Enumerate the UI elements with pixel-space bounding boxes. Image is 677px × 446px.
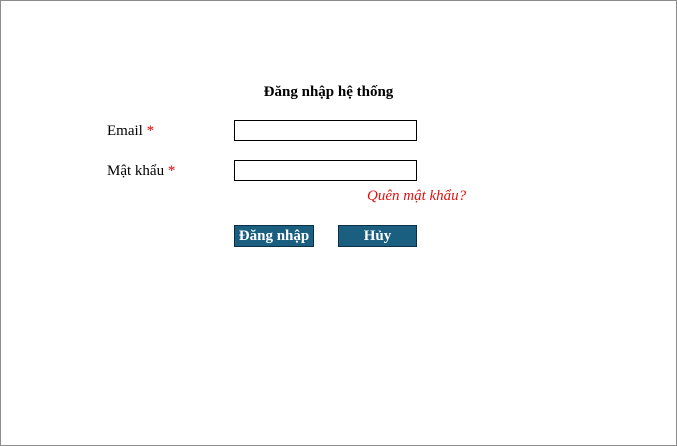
forgot-password-link[interactable]: Quên mật khẩu? — [367, 187, 466, 205]
password-label: Mật khẩu * — [107, 162, 175, 180]
email-required-mark: * — [146, 123, 155, 139]
cancel-button[interactable]: Hủy — [338, 225, 417, 247]
email-field[interactable] — [234, 120, 417, 141]
page-title: Đăng nhập hệ thống — [263, 84, 394, 100]
password-field[interactable] — [234, 160, 417, 181]
password-required-mark: * — [167, 163, 176, 179]
login-page: Đăng nhập hệ thống Email * Mật khẩu * Qu… — [0, 0, 677, 446]
email-label-text: Email — [107, 123, 143, 139]
password-label-text: Mật khẩu — [107, 163, 165, 179]
email-label: Email * — [107, 122, 154, 140]
login-button[interactable]: Đăng nhập — [234, 225, 314, 247]
